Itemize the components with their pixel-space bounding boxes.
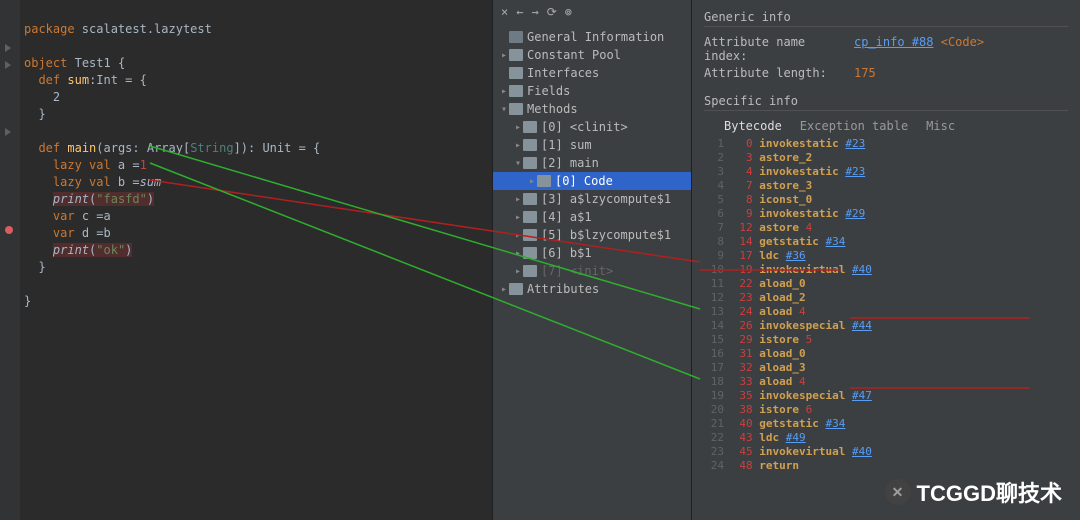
bytecode-row[interactable]: 12 23 aload_2 [704, 291, 1068, 305]
tree-attributes[interactable]: ▸Attributes [493, 280, 691, 298]
bytecode-row[interactable]: 16 31 aload_0 [704, 347, 1068, 361]
bytecode-row[interactable]: 9 17 ldc #36 [704, 249, 1068, 263]
tree-fields[interactable]: ▸Fields [493, 82, 691, 100]
bytecode-row[interactable]: 10 19 invokevirtual #40 [704, 263, 1068, 277]
folder-icon [523, 211, 537, 223]
tab-exception-table[interactable]: Exception table [800, 119, 908, 133]
bytecode-row[interactable]: 23 45 invokevirtual #40 [704, 445, 1068, 459]
bytecode-row[interactable]: 14 26 invokespecial #44 [704, 319, 1068, 333]
code-editor[interactable]: package scalatest.lazytest object Test1 … [0, 0, 492, 520]
folder-icon [509, 85, 523, 97]
attr-name-index-row: Attribute name index: cp_info #88 <Code> [704, 35, 1068, 63]
tree-methods[interactable]: ▾Methods [493, 100, 691, 118]
bytecode-row[interactable]: 17 32 aload_3 [704, 361, 1068, 375]
tree-method-main[interactable]: ▾[2] main [493, 154, 691, 172]
class-structure-panel: × ← → ⟳ ⊚ General Information ▸Constant … [492, 0, 692, 520]
fold-icon[interactable] [5, 61, 11, 69]
bytecode-row[interactable]: 21 40 getstatic #34 [704, 417, 1068, 431]
folder-icon [523, 265, 537, 277]
folder-icon [509, 283, 523, 295]
folder-icon [537, 175, 551, 187]
folder-icon [523, 247, 537, 259]
breakpoint-icon[interactable] [5, 226, 13, 234]
tree-method-b1[interactable]: ▸[6] b$1 [493, 244, 691, 262]
code-body[interactable]: package scalatest.lazytest object Test1 … [24, 4, 320, 327]
bytecode-row[interactable]: 20 38 istore 6 [704, 403, 1068, 417]
tree-method-clinit[interactable]: ▸[0] <clinit> [493, 118, 691, 136]
folder-icon [509, 103, 523, 115]
close-icon[interactable]: × [501, 5, 508, 19]
back-icon[interactable]: ← [516, 5, 523, 19]
globe-icon[interactable]: ⊚ [565, 5, 572, 19]
tree-general-info[interactable]: General Information [493, 28, 691, 46]
bytecode-row[interactable]: 18 33 aload 4 [704, 375, 1068, 389]
bytecode-row[interactable]: 22 43 ldc #49 [704, 431, 1068, 445]
attr-length-row: Attribute length: 175 [704, 66, 1068, 80]
watermark: ✕ TCGGD聊技术 [885, 476, 1062, 508]
folder-icon [523, 193, 537, 205]
bytecode-row[interactable]: 13 24 aload 4 [704, 305, 1068, 319]
tree-method-sum[interactable]: ▸[1] sum [493, 136, 691, 154]
tab-bytecode[interactable]: Bytecode [724, 119, 782, 133]
panel-toolbar: × ← → ⟳ ⊚ [493, 0, 691, 24]
tree-method-init[interactable]: ▸[7] <init> [493, 262, 691, 280]
bytecode-row[interactable]: 15 29 istore 5 [704, 333, 1068, 347]
folder-icon [509, 67, 523, 79]
fold-icon[interactable] [5, 44, 11, 52]
detail-panel: Generic info Attribute name index: cp_in… [692, 0, 1080, 520]
folder-icon [523, 139, 537, 151]
generic-info-header: Generic info [704, 10, 1068, 27]
tree-method-a1[interactable]: ▸[4] a$1 [493, 208, 691, 226]
folder-icon [523, 121, 537, 133]
specific-info-header: Specific info [704, 94, 1068, 111]
bytecode-row[interactable]: 4 7 astore_3 [704, 179, 1068, 193]
refresh-icon[interactable]: ⟳ [547, 5, 557, 19]
tree-method-a-lzy[interactable]: ▸[3] a$lzycompute$1 [493, 190, 691, 208]
bytecode-row[interactable]: 19 35 invokespecial #47 [704, 389, 1068, 403]
tree-constant-pool[interactable]: ▸Constant Pool [493, 46, 691, 64]
file-icon [509, 31, 523, 43]
detail-tabs: Bytecode Exception table Misc [724, 119, 1068, 133]
folder-icon [509, 49, 523, 61]
bytecode-row[interactable]: 3 4 invokestatic #23 [704, 165, 1068, 179]
bytecode-row[interactable]: 24 48 return [704, 459, 1068, 473]
tab-misc[interactable]: Misc [926, 119, 955, 133]
bytecode-row[interactable]: 6 9 invokestatic #29 [704, 207, 1068, 221]
tree-interfaces[interactable]: Interfaces [493, 64, 691, 82]
fold-icon[interactable] [5, 128, 11, 136]
bytecode-row[interactable]: 5 8 iconst_0 [704, 193, 1068, 207]
bytecode-row[interactable]: 7 12 astore 4 [704, 221, 1068, 235]
wechat-icon: ✕ [885, 479, 911, 505]
bytecode-row[interactable]: 2 3 astore_2 [704, 151, 1068, 165]
bytecode-row[interactable]: 11 22 aload_0 [704, 277, 1068, 291]
editor-gutter [0, 0, 20, 520]
forward-icon[interactable]: → [531, 5, 538, 19]
folder-icon [523, 229, 537, 241]
pkg-name: scalatest.lazytest [75, 22, 212, 36]
tree-method-b-lzy[interactable]: ▸[5] b$lzycompute$1 [493, 226, 691, 244]
bytecode-listing[interactable]: 1 0 invokestatic #23 2 3 astore_23 4 inv… [704, 137, 1068, 473]
structure-tree[interactable]: General Information ▸Constant Pool Inter… [493, 24, 691, 302]
pkg-keyword: package [24, 22, 75, 36]
bytecode-row[interactable]: 8 14 getstatic #34 [704, 235, 1068, 249]
tree-method-code[interactable]: ▸[0] Code [493, 172, 691, 190]
bytecode-row[interactable]: 1 0 invokestatic #23 [704, 137, 1068, 151]
folder-icon [523, 157, 537, 169]
